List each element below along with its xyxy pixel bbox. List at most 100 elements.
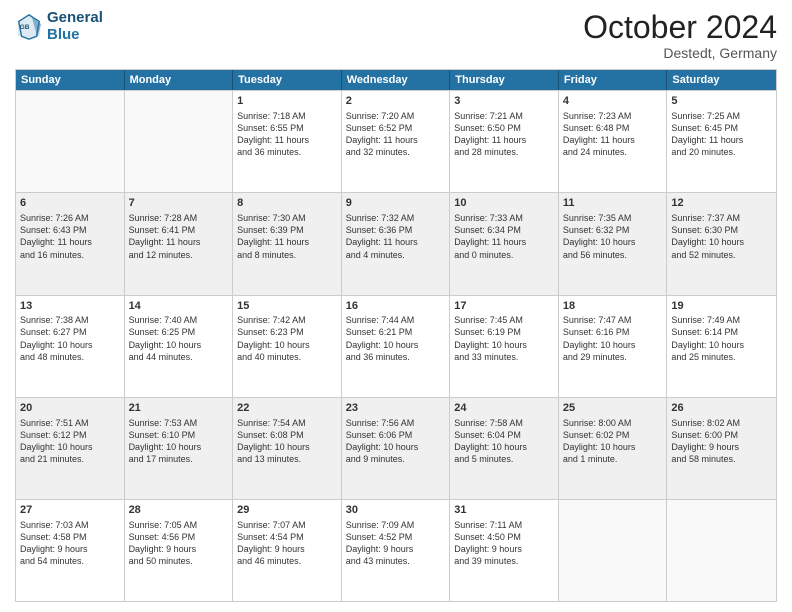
- page-header: GB General Blue October 2024 Destedt, Ge…: [15, 10, 777, 61]
- daylight-info: Sunrise: 7:58 AM Sunset: 6:04 PM Dayligh…: [454, 417, 554, 466]
- calendar: SundayMondayTuesdayWednesdayThursdayFrid…: [15, 69, 777, 602]
- daylight-info: Sunrise: 7:44 AM Sunset: 6:21 PM Dayligh…: [346, 314, 446, 363]
- calendar-cell: 27Sunrise: 7:03 AM Sunset: 4:58 PM Dayli…: [16, 500, 125, 601]
- calendar-cell: 29Sunrise: 7:07 AM Sunset: 4:54 PM Dayli…: [233, 500, 342, 601]
- calendar-cell: 7Sunrise: 7:28 AM Sunset: 6:41 PM Daylig…: [125, 193, 234, 294]
- day-number: 5: [671, 94, 772, 109]
- day-number: 24: [454, 401, 554, 416]
- calendar-cell: 2Sunrise: 7:20 AM Sunset: 6:52 PM Daylig…: [342, 91, 451, 192]
- calendar-cell: 19Sunrise: 7:49 AM Sunset: 6:14 PM Dayli…: [667, 296, 776, 397]
- calendar-row: 6Sunrise: 7:26 AM Sunset: 6:43 PM Daylig…: [16, 192, 776, 294]
- daylight-info: Sunrise: 7:51 AM Sunset: 6:12 PM Dayligh…: [20, 417, 120, 466]
- daylight-info: Sunrise: 7:28 AM Sunset: 6:41 PM Dayligh…: [129, 212, 229, 261]
- daylight-info: Sunrise: 7:05 AM Sunset: 4:56 PM Dayligh…: [129, 519, 229, 568]
- calendar-cell: 21Sunrise: 7:53 AM Sunset: 6:10 PM Dayli…: [125, 398, 234, 499]
- calendar-cell: [559, 500, 668, 601]
- calendar-cell: 6Sunrise: 7:26 AM Sunset: 6:43 PM Daylig…: [16, 193, 125, 294]
- logo: GB General Blue: [15, 10, 103, 43]
- daylight-info: Sunrise: 7:07 AM Sunset: 4:54 PM Dayligh…: [237, 519, 337, 568]
- day-number: 15: [237, 299, 337, 314]
- calendar-cell: 18Sunrise: 7:47 AM Sunset: 6:16 PM Dayli…: [559, 296, 668, 397]
- calendar-cell: 25Sunrise: 8:00 AM Sunset: 6:02 PM Dayli…: [559, 398, 668, 499]
- day-number: 20: [20, 401, 120, 416]
- day-number: 29: [237, 503, 337, 518]
- calendar-cell: 8Sunrise: 7:30 AM Sunset: 6:39 PM Daylig…: [233, 193, 342, 294]
- daylight-info: Sunrise: 7:38 AM Sunset: 6:27 PM Dayligh…: [20, 314, 120, 363]
- day-number: 2: [346, 94, 446, 109]
- day-number: 18: [563, 299, 663, 314]
- day-number: 7: [129, 196, 229, 211]
- calendar-cell: 3Sunrise: 7:21 AM Sunset: 6:50 PM Daylig…: [450, 91, 559, 192]
- logo-text: General Blue: [47, 10, 103, 43]
- day-number: 13: [20, 299, 120, 314]
- calendar-row: 20Sunrise: 7:51 AM Sunset: 6:12 PM Dayli…: [16, 397, 776, 499]
- calendar-cell: 12Sunrise: 7:37 AM Sunset: 6:30 PM Dayli…: [667, 193, 776, 294]
- calendar-cell: 15Sunrise: 7:42 AM Sunset: 6:23 PM Dayli…: [233, 296, 342, 397]
- daylight-info: Sunrise: 7:18 AM Sunset: 6:55 PM Dayligh…: [237, 110, 337, 159]
- calendar-row: 1Sunrise: 7:18 AM Sunset: 6:55 PM Daylig…: [16, 90, 776, 192]
- calendar-cell: 24Sunrise: 7:58 AM Sunset: 6:04 PM Dayli…: [450, 398, 559, 499]
- calendar-cell: 31Sunrise: 7:11 AM Sunset: 4:50 PM Dayli…: [450, 500, 559, 601]
- weekday-header: Tuesday: [233, 70, 342, 90]
- daylight-info: Sunrise: 7:33 AM Sunset: 6:34 PM Dayligh…: [454, 212, 554, 261]
- daylight-info: Sunrise: 7:45 AM Sunset: 6:19 PM Dayligh…: [454, 314, 554, 363]
- day-number: 23: [346, 401, 446, 416]
- daylight-info: Sunrise: 8:00 AM Sunset: 6:02 PM Dayligh…: [563, 417, 663, 466]
- daylight-info: Sunrise: 7:47 AM Sunset: 6:16 PM Dayligh…: [563, 314, 663, 363]
- calendar-page: GB General Blue October 2024 Destedt, Ge…: [0, 0, 792, 612]
- calendar-cell: 5Sunrise: 7:25 AM Sunset: 6:45 PM Daylig…: [667, 91, 776, 192]
- calendar-cell: 14Sunrise: 7:40 AM Sunset: 6:25 PM Dayli…: [125, 296, 234, 397]
- day-number: 14: [129, 299, 229, 314]
- daylight-info: Sunrise: 7:56 AM Sunset: 6:06 PM Dayligh…: [346, 417, 446, 466]
- day-number: 31: [454, 503, 554, 518]
- daylight-info: Sunrise: 7:54 AM Sunset: 6:08 PM Dayligh…: [237, 417, 337, 466]
- weekday-header: Friday: [559, 70, 668, 90]
- day-number: 28: [129, 503, 229, 518]
- day-number: 9: [346, 196, 446, 211]
- weekday-header: Sunday: [16, 70, 125, 90]
- weekday-header: Wednesday: [342, 70, 451, 90]
- calendar-cell: [125, 91, 234, 192]
- calendar-cell: 11Sunrise: 7:35 AM Sunset: 6:32 PM Dayli…: [559, 193, 668, 294]
- svg-text:GB: GB: [20, 23, 30, 30]
- title-block: October 2024 Destedt, Germany: [583, 10, 777, 61]
- calendar-cell: 10Sunrise: 7:33 AM Sunset: 6:34 PM Dayli…: [450, 193, 559, 294]
- day-number: 12: [671, 196, 772, 211]
- day-number: 17: [454, 299, 554, 314]
- day-number: 19: [671, 299, 772, 314]
- calendar-cell: 9Sunrise: 7:32 AM Sunset: 6:36 PM Daylig…: [342, 193, 451, 294]
- day-number: 1: [237, 94, 337, 109]
- daylight-info: Sunrise: 7:42 AM Sunset: 6:23 PM Dayligh…: [237, 314, 337, 363]
- daylight-info: Sunrise: 7:03 AM Sunset: 4:58 PM Dayligh…: [20, 519, 120, 568]
- calendar-cell: 23Sunrise: 7:56 AM Sunset: 6:06 PM Dayli…: [342, 398, 451, 499]
- day-number: 22: [237, 401, 337, 416]
- day-number: 27: [20, 503, 120, 518]
- calendar-cell: 4Sunrise: 7:23 AM Sunset: 6:48 PM Daylig…: [559, 91, 668, 192]
- calendar-cell: [16, 91, 125, 192]
- logo-icon: GB: [15, 13, 43, 41]
- calendar-header: SundayMondayTuesdayWednesdayThursdayFrid…: [16, 70, 776, 90]
- calendar-cell: 20Sunrise: 7:51 AM Sunset: 6:12 PM Dayli…: [16, 398, 125, 499]
- weekday-header: Saturday: [667, 70, 776, 90]
- weekday-header: Monday: [125, 70, 234, 90]
- day-number: 4: [563, 94, 663, 109]
- calendar-cell: 17Sunrise: 7:45 AM Sunset: 6:19 PM Dayli…: [450, 296, 559, 397]
- calendar-cell: 1Sunrise: 7:18 AM Sunset: 6:55 PM Daylig…: [233, 91, 342, 192]
- daylight-info: Sunrise: 7:37 AM Sunset: 6:30 PM Dayligh…: [671, 212, 772, 261]
- daylight-info: Sunrise: 7:11 AM Sunset: 4:50 PM Dayligh…: [454, 519, 554, 568]
- calendar-cell: 16Sunrise: 7:44 AM Sunset: 6:21 PM Dayli…: [342, 296, 451, 397]
- calendar-cell: 13Sunrise: 7:38 AM Sunset: 6:27 PM Dayli…: [16, 296, 125, 397]
- day-number: 16: [346, 299, 446, 314]
- daylight-info: Sunrise: 7:21 AM Sunset: 6:50 PM Dayligh…: [454, 110, 554, 159]
- calendar-cell: 30Sunrise: 7:09 AM Sunset: 4:52 PM Dayli…: [342, 500, 451, 601]
- daylight-info: Sunrise: 7:30 AM Sunset: 6:39 PM Dayligh…: [237, 212, 337, 261]
- day-number: 6: [20, 196, 120, 211]
- day-number: 21: [129, 401, 229, 416]
- calendar-cell: 22Sunrise: 7:54 AM Sunset: 6:08 PM Dayli…: [233, 398, 342, 499]
- calendar-cell: 28Sunrise: 7:05 AM Sunset: 4:56 PM Dayli…: [125, 500, 234, 601]
- daylight-info: Sunrise: 7:09 AM Sunset: 4:52 PM Dayligh…: [346, 519, 446, 568]
- calendar-body: 1Sunrise: 7:18 AM Sunset: 6:55 PM Daylig…: [16, 90, 776, 601]
- daylight-info: Sunrise: 7:40 AM Sunset: 6:25 PM Dayligh…: [129, 314, 229, 363]
- day-number: 3: [454, 94, 554, 109]
- daylight-info: Sunrise: 7:20 AM Sunset: 6:52 PM Dayligh…: [346, 110, 446, 159]
